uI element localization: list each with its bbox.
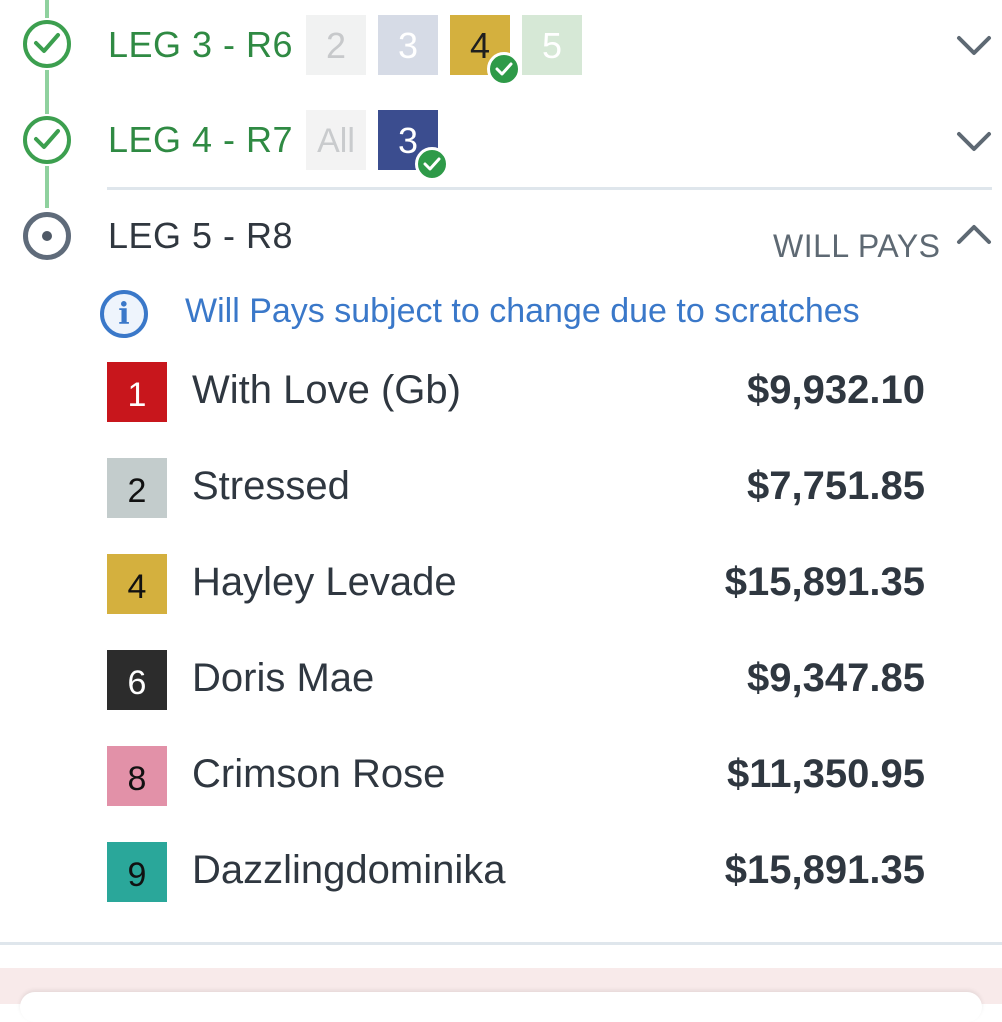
will-pay-amount: $9,932.10	[747, 368, 925, 412]
leg-title: LEG 3 - R6	[108, 24, 294, 65]
runner-chip[interactable]: 3	[378, 15, 438, 75]
check-badge-icon	[415, 147, 449, 181]
bottom-sheet[interactable]	[20, 992, 982, 1022]
progress-rail	[45, 70, 49, 114]
program-number: 2	[107, 458, 167, 518]
runner-name: Hayley Levade	[192, 560, 457, 604]
list-item: 4 Hayley Levade $15,891.35	[0, 550, 1002, 646]
will-pay-amount: $15,891.35	[724, 560, 925, 604]
list-item: 1 With Love (Gb) $9,932.10	[0, 358, 1002, 454]
runner-chip-all[interactable]: All	[306, 110, 366, 170]
runner-chip[interactable]: 2	[306, 15, 366, 75]
leg-title: LEG 5 - R8	[108, 215, 294, 256]
section-divider	[0, 942, 1002, 945]
runner-chip[interactable]: 5	[522, 15, 582, 75]
runner-name: Stressed	[192, 464, 350, 508]
program-number: 4	[107, 554, 167, 614]
progress-rail	[45, 0, 49, 18]
info-icon: i	[100, 290, 148, 338]
chevron-down-icon[interactable]	[956, 130, 992, 159]
will-pay-amount: $15,891.35	[724, 848, 925, 892]
runner-name: Doris Mae	[192, 656, 375, 700]
will-pay-amount: $7,751.85	[747, 464, 925, 508]
check-circle-icon	[23, 116, 71, 164]
scratch-notice: Will Pays subject to change due to scrat…	[185, 292, 860, 330]
leg-title: LEG 4 - R7	[108, 119, 294, 160]
list-item: 6 Doris Mae $9,347.85	[0, 646, 1002, 742]
runner-name: With Love (Gb)	[192, 368, 461, 412]
list-item: 9 Dazzlingdominika $15,891.35	[0, 838, 1002, 934]
check-circle-icon	[23, 20, 71, 68]
runner-name: Dazzlingdominika	[192, 848, 506, 892]
list-item: 8 Crimson Rose $11,350.95	[0, 742, 1002, 838]
program-number: 9	[107, 842, 167, 902]
chevron-up-icon[interactable]	[956, 222, 992, 251]
radio-dot-icon	[23, 212, 71, 260]
program-number: 6	[107, 650, 167, 710]
program-number: 8	[107, 746, 167, 806]
list-item: 2 Stressed $7,751.85	[0, 454, 1002, 550]
chevron-down-icon[interactable]	[956, 34, 992, 63]
will-pay-amount: $9,347.85	[747, 656, 925, 700]
runner-name: Crimson Rose	[192, 752, 446, 796]
progress-rail	[45, 166, 49, 208]
check-badge-icon	[487, 52, 521, 86]
will-pay-amount: $11,350.95	[727, 752, 925, 796]
section-divider	[107, 187, 992, 190]
will-pays-label: WILL PAYS	[773, 228, 941, 264]
program-number: 1	[107, 362, 167, 422]
